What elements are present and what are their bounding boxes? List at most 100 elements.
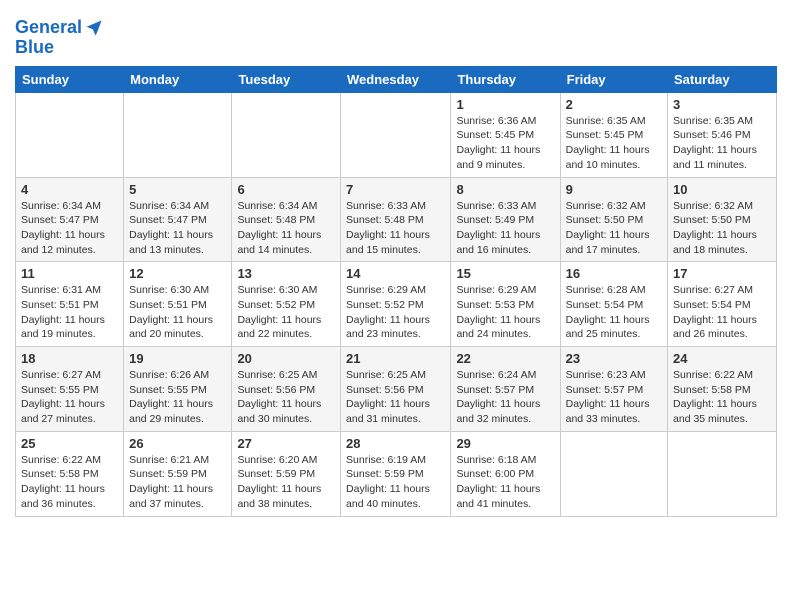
logo: General Blue: [15, 18, 104, 58]
calendar-cell: [341, 92, 451, 177]
calendar-cell: 7Sunrise: 6:33 AMSunset: 5:48 PMDaylight…: [341, 177, 451, 262]
calendar-cell: [232, 92, 341, 177]
day-info: Sunrise: 6:31 AMSunset: 5:51 PMDaylight:…: [21, 283, 118, 342]
calendar-cell: 18 Sunrise: 6:27 AMSunset: 5:55 PMDayligh…: [16, 347, 124, 432]
day-info: Sunrise: 6:27 AMSunset: 5:54 PMDaylight:…: [673, 283, 771, 342]
calendar-cell: 23Sunrise: 6:23 AMSunset: 5:57 PMDayligh…: [560, 347, 667, 432]
calendar-cell: [124, 92, 232, 177]
day-info: Sunrise: 6:33 AMSunset: 5:48 PMDaylight:…: [346, 199, 445, 258]
day-number: 14: [346, 266, 445, 281]
day-info: Sunrise: 6:35 AMSunset: 5:46 PMDaylight:…: [673, 114, 771, 173]
day-info: Sunrise: 6:22 AMSunset: 5:58 PMDaylight:…: [673, 368, 771, 427]
calendar-cell: 4 Sunrise: 6:34 AMSunset: 5:47 PMDaylight…: [16, 177, 124, 262]
day-info: Sunrise: 6:36 AMSunset: 5:45 PMDaylight:…: [456, 114, 554, 173]
day-number: 6: [237, 182, 335, 197]
calendar-header-sunday: Sunday: [16, 66, 124, 92]
day-number: 22: [456, 351, 554, 366]
day-info: Sunrise: 6:30 AMSunset: 5:52 PMDaylight:…: [237, 283, 335, 342]
calendar-header-tuesday: Tuesday: [232, 66, 341, 92]
calendar-cell: 27 Sunrise: 6:20 AMSunset: 5:59 PMDayligh…: [232, 431, 341, 516]
day-number: 20: [237, 351, 335, 366]
calendar-cell: [668, 431, 777, 516]
day-number: 28: [346, 436, 445, 451]
calendar-header-wednesday: Wednesday: [341, 66, 451, 92]
day-number: 19: [129, 351, 226, 366]
day-info: Sunrise: 6:20 AMSunset: 5:59 PMDaylight:…: [237, 453, 335, 512]
day-info: Sunrise: 6:33 AMSunset: 5:49 PMDaylight:…: [456, 199, 554, 258]
calendar-week-2: 4 Sunrise: 6:34 AMSunset: 5:47 PMDaylight…: [16, 177, 777, 262]
day-number: 24: [673, 351, 771, 366]
calendar-cell: 24 Sunrise: 6:22 AMSunset: 5:58 PMDayligh…: [668, 347, 777, 432]
day-number: 4: [21, 182, 118, 197]
calendar-cell: 5Sunrise: 6:34 AMSunset: 5:47 PMDaylight…: [124, 177, 232, 262]
logo-bird-icon: [84, 18, 104, 38]
day-number: 1: [456, 97, 554, 112]
header: General Blue: [15, 10, 777, 58]
calendar-cell: 9 Sunrise: 6:32 AMSunset: 5:50 PMDaylight…: [560, 177, 667, 262]
day-info: Sunrise: 6:18 AMSunset: 6:00 PMDaylight:…: [456, 453, 554, 512]
day-number: 26: [129, 436, 226, 451]
calendar-cell: 22 Sunrise: 6:24 AMSunset: 5:57 PMDayligh…: [451, 347, 560, 432]
day-info: Sunrise: 6:34 AMSunset: 5:47 PMDaylight:…: [129, 199, 226, 258]
day-info: Sunrise: 6:25 AMSunset: 5:56 PMDaylight:…: [237, 368, 335, 427]
calendar-cell: 8 Sunrise: 6:33 AMSunset: 5:49 PMDaylight…: [451, 177, 560, 262]
day-info: Sunrise: 6:34 AMSunset: 5:48 PMDaylight:…: [237, 199, 335, 258]
calendar-cell: 3Sunrise: 6:35 AMSunset: 5:46 PMDaylight…: [668, 92, 777, 177]
calendar-cell: 11 Sunrise: 6:31 AMSunset: 5:51 PMDayligh…: [16, 262, 124, 347]
calendar-cell: 2 Sunrise: 6:35 AMSunset: 5:45 PMDaylight…: [560, 92, 667, 177]
calendar-header-row: SundayMondayTuesdayWednesdayThursdayFrid…: [16, 66, 777, 92]
calendar-body: 1 Sunrise: 6:36 AMSunset: 5:45 PMDaylight…: [16, 92, 777, 516]
day-info: Sunrise: 6:22 AMSunset: 5:58 PMDaylight:…: [21, 453, 118, 512]
day-number: 27: [237, 436, 335, 451]
day-info: Sunrise: 6:23 AMSunset: 5:57 PMDaylight:…: [566, 368, 662, 427]
day-info: Sunrise: 6:29 AMSunset: 5:52 PMDaylight:…: [346, 283, 445, 342]
calendar-cell: [560, 431, 667, 516]
logo-text-line1: General: [15, 18, 82, 38]
calendar-cell: 12Sunrise: 6:30 AMSunset: 5:51 PMDayligh…: [124, 262, 232, 347]
calendar-cell: 26 Sunrise: 6:21 AMSunset: 5:59 PMDayligh…: [124, 431, 232, 516]
day-number: 29: [456, 436, 554, 451]
calendar-cell: 13 Sunrise: 6:30 AMSunset: 5:52 PMDayligh…: [232, 262, 341, 347]
calendar-cell: 14 Sunrise: 6:29 AMSunset: 5:52 PMDayligh…: [341, 262, 451, 347]
calendar-week-4: 18 Sunrise: 6:27 AMSunset: 5:55 PMDayligh…: [16, 347, 777, 432]
day-number: 2: [566, 97, 662, 112]
day-info: Sunrise: 6:27 AMSunset: 5:55 PMDaylight:…: [21, 368, 118, 427]
calendar-cell: 20 Sunrise: 6:25 AMSunset: 5:56 PMDayligh…: [232, 347, 341, 432]
calendar-cell: 21Sunrise: 6:25 AMSunset: 5:56 PMDayligh…: [341, 347, 451, 432]
day-number: 9: [566, 182, 662, 197]
day-info: Sunrise: 6:29 AMSunset: 5:53 PMDaylight:…: [456, 283, 554, 342]
day-number: 25: [21, 436, 118, 451]
day-info: Sunrise: 6:28 AMSunset: 5:54 PMDaylight:…: [566, 283, 662, 342]
calendar-cell: [16, 92, 124, 177]
day-number: 21: [346, 351, 445, 366]
calendar-cell: 10Sunrise: 6:32 AMSunset: 5:50 PMDayligh…: [668, 177, 777, 262]
calendar-header-friday: Friday: [560, 66, 667, 92]
calendar-cell: 19 Sunrise: 6:26 AMSunset: 5:55 PMDayligh…: [124, 347, 232, 432]
calendar-cell: 6 Sunrise: 6:34 AMSunset: 5:48 PMDaylight…: [232, 177, 341, 262]
day-number: 11: [21, 266, 118, 281]
calendar-header-thursday: Thursday: [451, 66, 560, 92]
day-info: Sunrise: 6:24 AMSunset: 5:57 PMDaylight:…: [456, 368, 554, 427]
logo-text-line2: Blue: [15, 38, 104, 58]
day-number: 8: [456, 182, 554, 197]
calendar-week-5: 25 Sunrise: 6:22 AMSunset: 5:58 PMDayligh…: [16, 431, 777, 516]
day-info: Sunrise: 6:26 AMSunset: 5:55 PMDaylight:…: [129, 368, 226, 427]
calendar-cell: 1 Sunrise: 6:36 AMSunset: 5:45 PMDaylight…: [451, 92, 560, 177]
calendar-cell: 17Sunrise: 6:27 AMSunset: 5:54 PMDayligh…: [668, 262, 777, 347]
calendar-cell: 15 Sunrise: 6:29 AMSunset: 5:53 PMDayligh…: [451, 262, 560, 347]
day-number: 16: [566, 266, 662, 281]
day-number: 18: [21, 351, 118, 366]
day-info: Sunrise: 6:19 AMSunset: 5:59 PMDaylight:…: [346, 453, 445, 512]
calendar-table: SundayMondayTuesdayWednesdayThursdayFrid…: [15, 66, 777, 517]
day-info: Sunrise: 6:34 AMSunset: 5:47 PMDaylight:…: [21, 199, 118, 258]
day-number: 13: [237, 266, 335, 281]
calendar-week-1: 1 Sunrise: 6:36 AMSunset: 5:45 PMDaylight…: [16, 92, 777, 177]
calendar-cell: 25 Sunrise: 6:22 AMSunset: 5:58 PMDayligh…: [16, 431, 124, 516]
calendar-cell: 28 Sunrise: 6:19 AMSunset: 5:59 PMDayligh…: [341, 431, 451, 516]
day-info: Sunrise: 6:30 AMSunset: 5:51 PMDaylight:…: [129, 283, 226, 342]
day-info: Sunrise: 6:21 AMSunset: 5:59 PMDaylight:…: [129, 453, 226, 512]
day-info: Sunrise: 6:32 AMSunset: 5:50 PMDaylight:…: [566, 199, 662, 258]
calendar-header-monday: Monday: [124, 66, 232, 92]
day-number: 15: [456, 266, 554, 281]
day-info: Sunrise: 6:35 AMSunset: 5:45 PMDaylight:…: [566, 114, 662, 173]
